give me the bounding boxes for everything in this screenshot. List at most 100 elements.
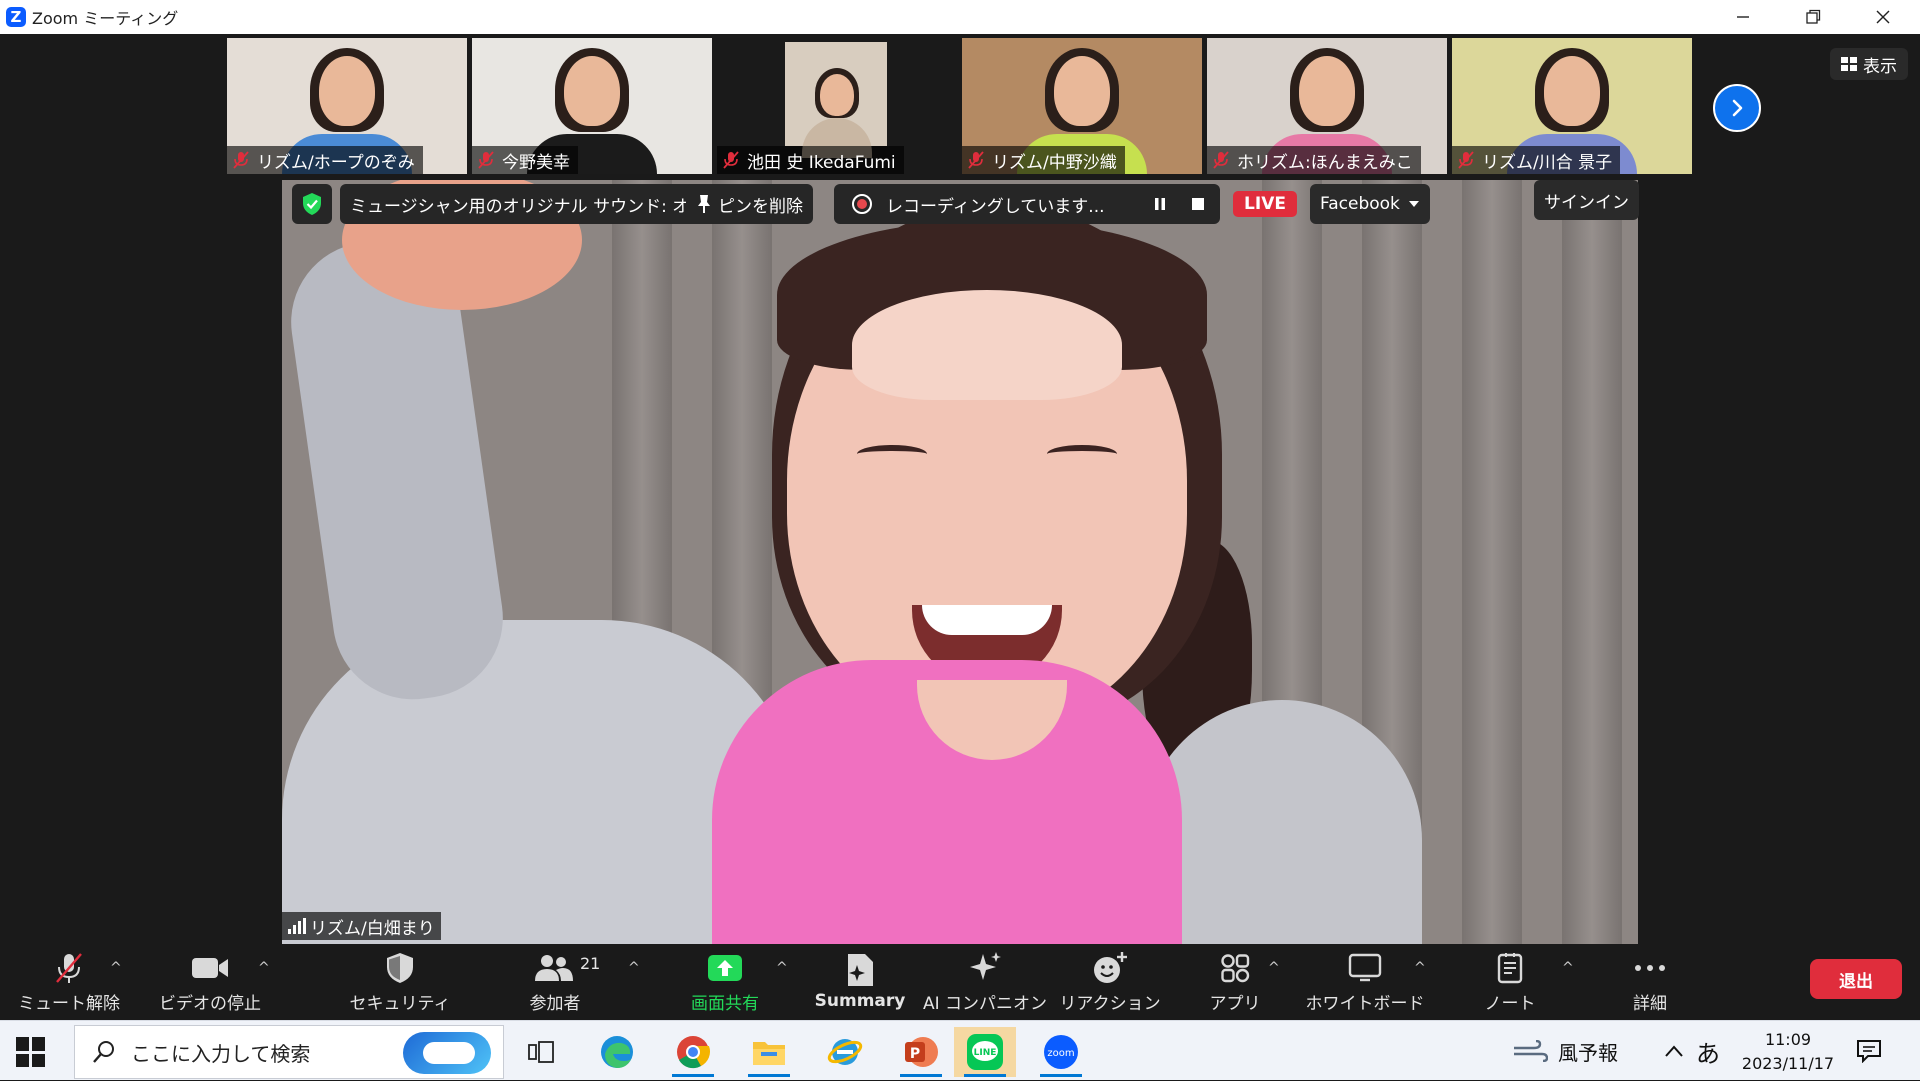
mic-muted-icon <box>721 150 741 170</box>
participant-label: ホリズム:ほんまえみこ <box>1207 146 1421 174</box>
share-screen-button[interactable]: 画面共有 <box>675 944 775 1020</box>
participant-thumbnail[interactable]: 今野美幸 <box>472 38 712 174</box>
more-button[interactable]: 詳細 <box>1610 944 1690 1020</box>
notes-icon <box>1496 951 1524 985</box>
zoom-icon[interactable]: zoom <box>1030 1027 1092 1077</box>
svg-text:zoom: zoom <box>1047 1048 1074 1059</box>
ai-companion-button[interactable]: AI コンパニオン <box>923 944 1047 1020</box>
ime-indicator[interactable]: あ <box>1696 1021 1720 1081</box>
mic-muted-icon <box>1211 150 1231 170</box>
share-options-caret[interactable]: ^ <box>776 960 788 976</box>
stop-video-button[interactable]: ビデオの停止 <box>150 944 270 1020</box>
svg-text:LINE: LINE <box>974 1048 997 1058</box>
restore-icon[interactable] <box>1784 0 1842 34</box>
signin-label: サインイン <box>1544 192 1629 213</box>
participant-name: 今野美幸 <box>502 152 570 173</box>
line-active-indicator <box>964 1074 1006 1077</box>
original-sound-toggle[interactable]: ミュージシャン用のオリジナル サウンド: オフ <box>340 184 717 224</box>
active-speaker-video <box>282 180 1638 944</box>
participant-thumbnail[interactable]: リズム/ホープのぞみ <box>227 38 467 174</box>
video-options-caret[interactable]: ^ <box>258 960 270 976</box>
search-placeholder: ここに入力して検索 <box>131 1041 311 1066</box>
participants-icon <box>534 951 576 985</box>
participant-thumbnail[interactable]: ホリズム:ほんまえみこ <box>1207 38 1447 174</box>
participant-label: 今野美幸 <box>472 146 578 174</box>
task-view-icon[interactable] <box>510 1027 572 1077</box>
whiteboard-button[interactable]: ホワイトボード <box>1305 944 1425 1020</box>
security-button[interactable]: セキュリティ <box>340 944 460 1020</box>
notes-button[interactable]: ノート <box>1465 944 1555 1020</box>
share-screen-icon <box>707 951 743 985</box>
participant-thumbnail[interactable]: 池田 史 IkedaFumi <box>717 38 957 174</box>
notification-icon[interactable] <box>1856 1021 1882 1081</box>
audio-options-caret[interactable]: ^ <box>110 960 122 976</box>
window-title: Zoom ミーティング <box>32 9 179 28</box>
speaker-name-tag: リズム/白畑まり <box>282 912 441 940</box>
more-icon <box>1633 951 1667 985</box>
taskbar-clock[interactable]: 11:09 2023/11/17 <box>1736 1025 1840 1079</box>
participant-name: リズム/ホープのぞみ <box>257 152 415 173</box>
weather-label: 風予報 <box>1558 1040 1618 1065</box>
participants-options-caret[interactable]: ^ <box>628 960 640 976</box>
leave-button[interactable]: 退出 <box>1810 959 1902 999</box>
zoom-logo-icon: Z <box>6 7 26 27</box>
edge-icon[interactable] <box>586 1027 648 1077</box>
participant-name: 池田 史 IkedaFumi <box>747 152 896 173</box>
signal-strength-icon <box>288 918 306 934</box>
shield-check-icon <box>303 193 321 215</box>
tray-overflow-icon[interactable] <box>1664 1021 1684 1081</box>
minimize-icon[interactable] <box>1714 0 1772 34</box>
wind-icon <box>1514 1040 1548 1062</box>
close-icon[interactable] <box>1854 0 1912 34</box>
view-label: 表示 <box>1863 56 1897 77</box>
pause-icon[interactable] <box>1144 188 1176 220</box>
apps-icon <box>1220 951 1250 985</box>
chrome-icon[interactable] <box>662 1027 724 1077</box>
participant-thumbnail[interactable]: リズム/川合 景子 <box>1452 38 1692 174</box>
notes-options-caret[interactable]: ^ <box>1562 960 1574 976</box>
powerpoint-active-indicator <box>900 1074 942 1077</box>
mic-muted-icon <box>231 150 251 170</box>
next-page-button[interactable] <box>1713 84 1761 132</box>
search-icon <box>93 1041 114 1063</box>
recording-text: レコーディングしています... <box>886 196 1105 217</box>
participant-name: ホリズム:ほんまえみこ <box>1237 152 1413 173</box>
participant-name: リズム/中野沙織 <box>992 152 1117 173</box>
encryption-badge[interactable] <box>292 184 332 224</box>
live-platform-dropdown[interactable]: Facebook <box>1310 184 1430 224</box>
unpin-button[interactable]: ピンを削除 <box>686 184 813 224</box>
weather-widget[interactable]: 風予報 <box>1512 1021 1618 1081</box>
ai-sparkle-icon <box>967 951 1003 985</box>
clock-date: 2023/11/17 <box>1741 1054 1835 1073</box>
summary-button[interactable]: Summary <box>810 944 910 1020</box>
apps-options-caret[interactable]: ^ <box>1268 960 1280 976</box>
mic-muted-icon <box>1456 150 1476 170</box>
windows-start-icon[interactable] <box>16 1037 46 1067</box>
line-icon[interactable]: LINE <box>954 1027 1016 1077</box>
unmute-button[interactable]: ミュート解除 <box>14 944 124 1020</box>
svg-text:P: P <box>910 1046 920 1062</box>
whiteboard-options-caret[interactable]: ^ <box>1414 960 1426 976</box>
powerpoint-icon[interactable]: P <box>890 1027 952 1077</box>
live-platform-label: Facebook <box>1320 194 1400 214</box>
stop-icon[interactable] <box>1182 188 1214 220</box>
chrome-active-indicator <box>672 1074 714 1077</box>
clock-time: 11:09 <box>1764 1030 1812 1049</box>
original-sound-label: ミュージシャン用のオリジナル サウンド: オフ <box>350 196 707 217</box>
meeting-toolbar: ミュート解除 ^ ビデオの停止 ^ セキュリティ 参加者 21 ^ 画面共有 ^… <box>0 944 1920 1020</box>
participant-label: リズム/ホープのぞみ <box>227 146 423 174</box>
taskbar-search-input[interactable]: ここに入力して検索 <box>74 1025 504 1079</box>
search-highlight-icon <box>403 1032 491 1074</box>
reactions-button[interactable]: リアクション <box>1059 944 1161 1020</box>
whiteboard-icon <box>1348 951 1382 985</box>
signin-button[interactable]: サインイン <box>1534 180 1639 220</box>
ie-icon[interactable] <box>814 1027 876 1077</box>
file-explorer-icon[interactable] <box>738 1027 800 1077</box>
view-button[interactable]: 表示 <box>1830 48 1908 80</box>
apps-button[interactable]: アプリ <box>1190 944 1280 1020</box>
pin-icon <box>698 195 710 213</box>
summary-icon <box>845 953 875 987</box>
participant-thumbnail[interactable]: リズム/中野沙織 <box>962 38 1202 174</box>
reaction-icon <box>1092 951 1128 985</box>
participant-label: リズム/川合 景子 <box>1452 146 1621 174</box>
